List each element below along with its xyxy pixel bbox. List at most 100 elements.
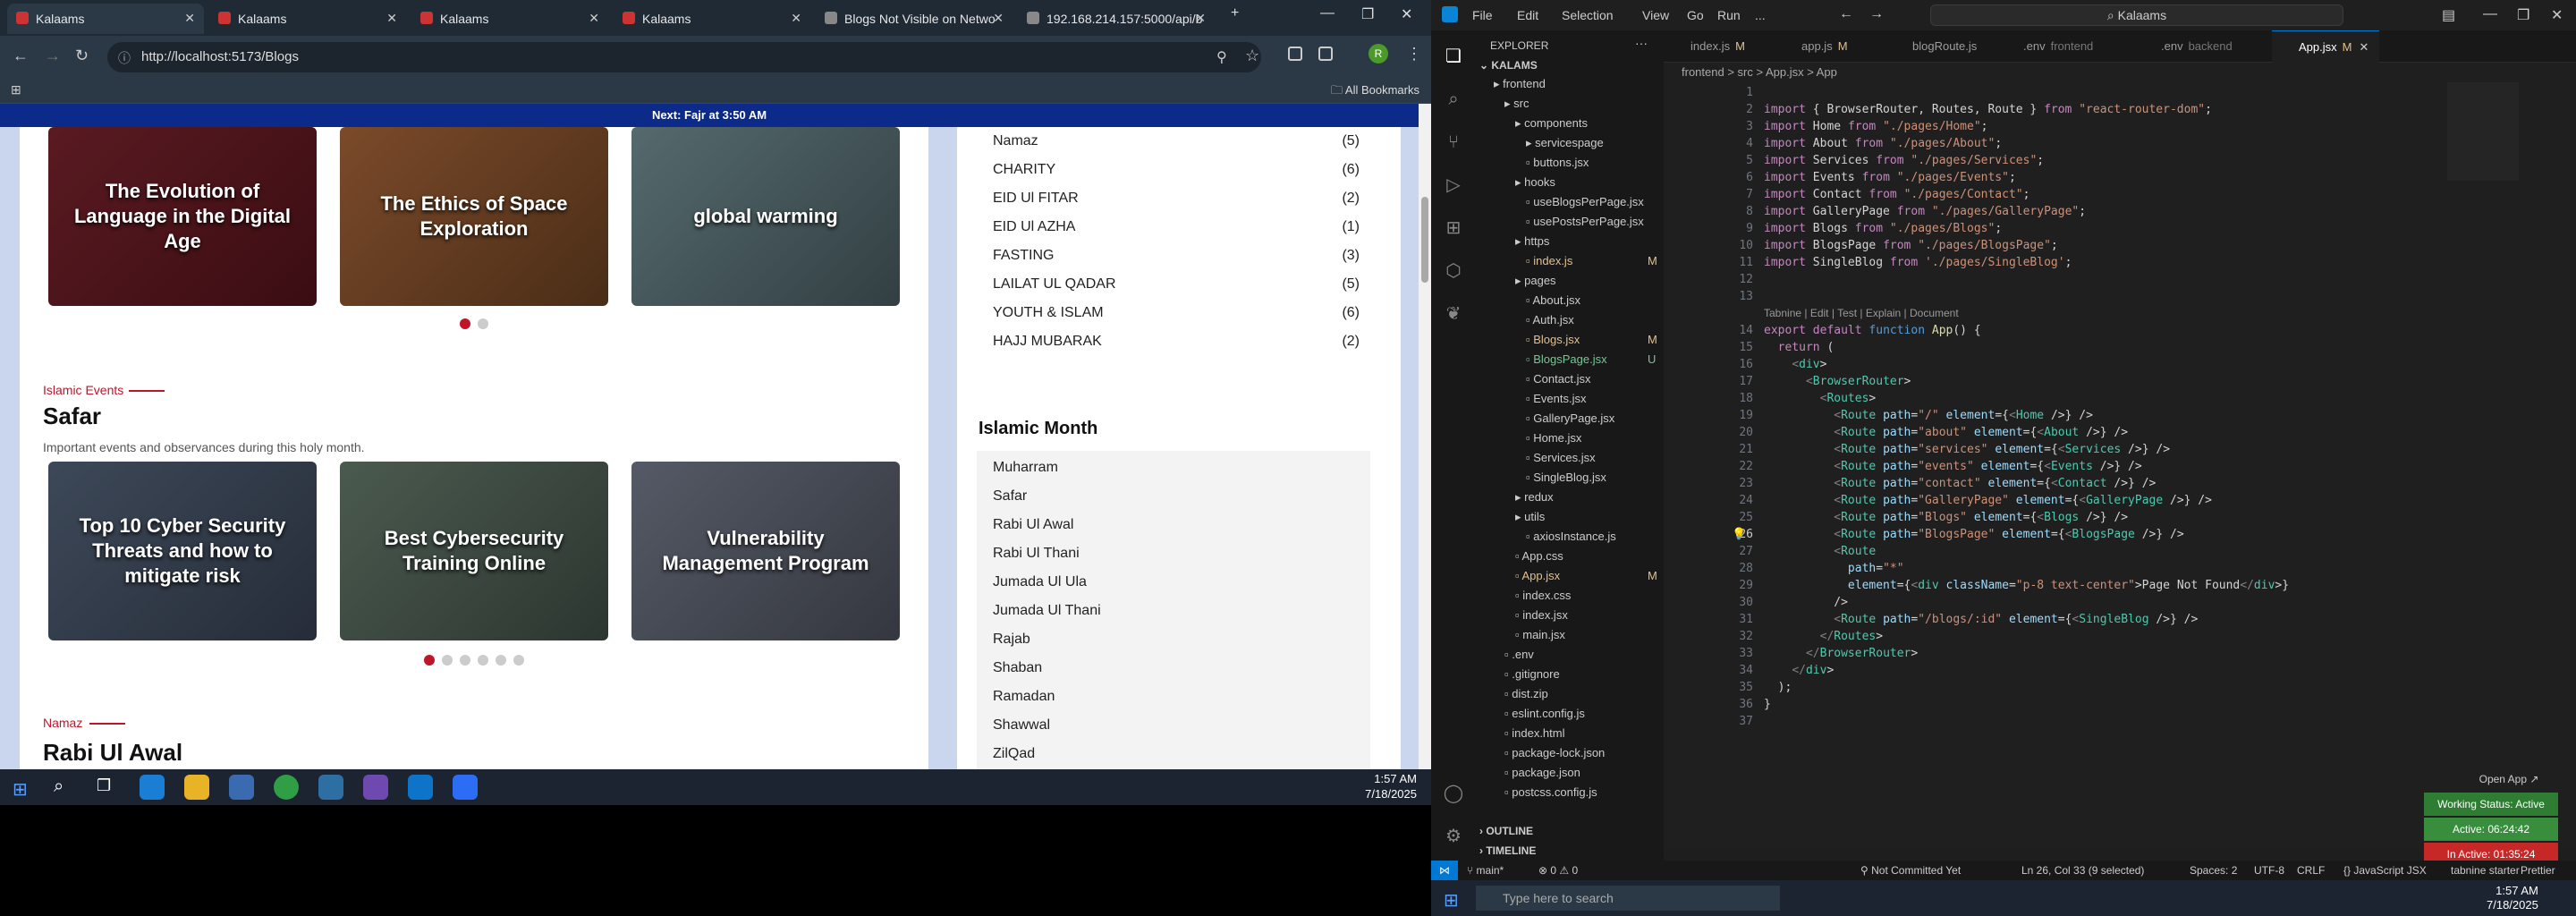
site-info-icon[interactable]: ⓘ <box>118 49 131 67</box>
extensions-icon[interactable] <box>1288 47 1302 61</box>
tree-file[interactable]: ▫ Contact.jsx <box>1526 372 1591 386</box>
zoom-icon[interactable] <box>453 775 478 800</box>
file-explorer-icon[interactable] <box>184 775 209 800</box>
carousel-dot[interactable] <box>460 655 470 666</box>
tree-folder[interactable]: ▸ pages <box>1515 274 1556 288</box>
carousel-dot[interactable] <box>478 655 488 666</box>
code-line[interactable]: import SingleBlog from './pages/SingleBl… <box>1764 256 2072 269</box>
tree-file[interactable]: ▫ .gitignore <box>1504 667 1560 681</box>
github-icon[interactable] <box>363 775 388 800</box>
apps-grid-icon[interactable]: ⊞ <box>11 82 21 98</box>
tree-file[interactable]: ▫ SingleBlog.jsx <box>1526 471 1606 484</box>
tree-folder[interactable]: ▸ frontend <box>1494 77 1546 91</box>
category-item[interactable]: LAILAT UL QADAR (5) <box>993 270 1360 299</box>
code-line[interactable]: import Events from "./pages/Events"; <box>1764 171 2016 184</box>
tree-file[interactable]: ▫ axiosInstance.js <box>1526 530 1616 543</box>
month-item[interactable]: Rajab <box>993 632 1030 648</box>
tree-file[interactable]: ▫ dist.zip <box>1504 687 1548 700</box>
restore-icon[interactable]: ❐ <box>2517 6 2529 24</box>
tree-file[interactable]: ▫ usePostsPerPage.jsx <box>1526 215 1644 228</box>
explorer-icon[interactable]: ❏ <box>1442 45 1465 68</box>
carousel-dot[interactable] <box>478 318 488 329</box>
code-line[interactable]: path="*" <box>1764 562 1904 575</box>
tree-file[interactable]: ▫ Blogs.jsx <box>1526 333 1580 346</box>
menu-item[interactable]: File <box>1472 8 1493 22</box>
code-line[interactable]: import GalleryPage from "./pages/Gallery… <box>1764 205 2086 218</box>
blog-card[interactable]: Top 10 Cyber Security Threats and how to… <box>48 462 317 640</box>
more-actions-icon[interactable]: ··· <box>1635 36 1648 50</box>
indentation[interactable]: Spaces: 2 <box>2190 861 2237 880</box>
codelens[interactable]: Tabnine | Edit | Test | Explain | Docume… <box>1764 307 1959 319</box>
code-line[interactable]: <Route path="BlogsPage" element={<BlogsP… <box>1764 528 2183 541</box>
code-line[interactable]: element={<div className="p-8 text-center… <box>1764 579 2289 592</box>
bookmark-star-icon[interactable]: ☆ <box>1245 47 1259 65</box>
nav-forward-icon[interactable]: → <box>1869 6 1884 22</box>
tab-close-icon[interactable]: ✕ <box>993 11 1004 26</box>
code-line[interactable]: } <box>1764 698 1771 711</box>
month-item[interactable]: Safar <box>993 488 1027 505</box>
category-item[interactable]: FASTING (3) <box>993 242 1360 270</box>
category-item[interactable]: Namaz (5) <box>993 127 1360 156</box>
code-line[interactable]: import About from "./pages/About"; <box>1764 137 2002 150</box>
tree-file[interactable]: ▫ About.jsx <box>1526 293 1580 307</box>
code-line[interactable]: import Home from "./pages/Home"; <box>1764 120 1987 133</box>
month-item[interactable]: Ramadan <box>993 689 1055 705</box>
code-line[interactable]: </div> <box>1764 664 1834 677</box>
forward-icon[interactable]: → <box>45 47 61 65</box>
carousel-dot[interactable] <box>496 655 506 666</box>
blog-card[interactable]: The Evolution of Language in the Digital… <box>48 127 317 306</box>
month-item[interactable]: Jumada Ul Ula <box>993 574 1087 590</box>
code-line[interactable]: /> <box>1764 596 1848 609</box>
tree-folder[interactable]: ▸ https <box>1515 234 1549 249</box>
code-line[interactable]: import BlogsPage from "./pages/BlogsPage… <box>1764 239 2058 252</box>
tree-file[interactable]: ▫ index.jsx <box>1515 608 1568 622</box>
category-item[interactable]: EID Ul FITAR (2) <box>993 184 1360 213</box>
back-icon[interactable]: ← <box>13 47 29 65</box>
tree-file[interactable]: ▫ index.css <box>1515 589 1571 602</box>
close-window-icon[interactable]: ✕ <box>1401 5 1412 23</box>
reload-icon[interactable]: ↻ <box>75 47 89 65</box>
edge-icon[interactable] <box>140 775 165 800</box>
timeline-section[interactable]: › TIMELINE <box>1479 844 1536 857</box>
tree-file[interactable]: ▫ useBlogsPerPage.jsx <box>1526 195 1644 208</box>
code-line[interactable]: <div> <box>1764 358 1826 371</box>
run-debug-icon[interactable]: ▷ <box>1442 174 1465 197</box>
tab-close-icon[interactable]: ✕ <box>184 11 195 26</box>
source-control-icon[interactable]: ⑂ <box>1442 131 1465 154</box>
account-icon[interactable]: ◯ <box>1442 782 1465 805</box>
page-scrollbar-thumb[interactable] <box>1421 197 1428 283</box>
code-line[interactable]: return ( <box>1764 341 1835 354</box>
browser-tab[interactable]: 192.168.214.157:5000/api/b ✕ <box>1018 4 1215 34</box>
menu-item[interactable]: View <box>1642 8 1669 22</box>
mongodb-icon[interactable]: ❦ <box>1442 302 1465 326</box>
code-line[interactable]: <Route path="events" element={<Events />… <box>1764 460 2141 473</box>
code-line[interactable]: <Route path="about" element={<About />} … <box>1764 426 2128 439</box>
search-icon[interactable]: ⌕ <box>1442 88 1465 111</box>
new-tab-button[interactable]: + <box>1231 5 1239 21</box>
browser-tab[interactable]: Kalaams ✕ <box>7 4 204 34</box>
carousel-dot-active[interactable] <box>424 655 435 666</box>
minimap[interactable] <box>2447 82 2519 181</box>
tree-folder[interactable]: ▸ servicespage <box>1526 136 1604 150</box>
tree-folder[interactable]: ▸ components <box>1515 116 1588 131</box>
code-line[interactable]: <Route <box>1764 545 1876 558</box>
location-icon[interactable]: ⚲ <box>1216 48 1227 66</box>
tabnine-status[interactable]: tabnine starter <box>2451 861 2520 880</box>
carousel-dot[interactable] <box>513 655 524 666</box>
url-bar[interactable]: http://localhost:5173/Blogs <box>107 42 1261 72</box>
git-blame[interactable]: ⚲ Not Committed Yet <box>1860 861 1961 880</box>
blog-card[interactable]: global warming <box>631 127 900 306</box>
tab-close-icon[interactable]: ✕ <box>1195 11 1206 26</box>
menu-item[interactable]: ... <box>1755 8 1766 22</box>
editor-tab[interactable]: app.js M <box>1775 30 1882 63</box>
cursor-position[interactable]: Ln 26, Col 33 (9 selected) <box>2021 861 2144 880</box>
app-icon[interactable] <box>318 775 343 800</box>
outline-section[interactable]: › OUTLINE <box>1479 825 1533 837</box>
tree-file[interactable]: ▫ index.html <box>1504 726 1564 740</box>
blog-card[interactable]: Vulnerability Management Program <box>631 462 900 640</box>
tree-file[interactable]: ▫ Services.jsx <box>1526 451 1596 464</box>
category-item[interactable]: EID Ul AZHA (1) <box>993 213 1360 242</box>
menu-item[interactable]: Run <box>1717 8 1741 22</box>
editor-tab[interactable]: blogRoute.js <box>1885 30 1993 63</box>
problems-indicator[interactable]: ⊗ 0 ⚠ 0 <box>1538 861 1578 880</box>
